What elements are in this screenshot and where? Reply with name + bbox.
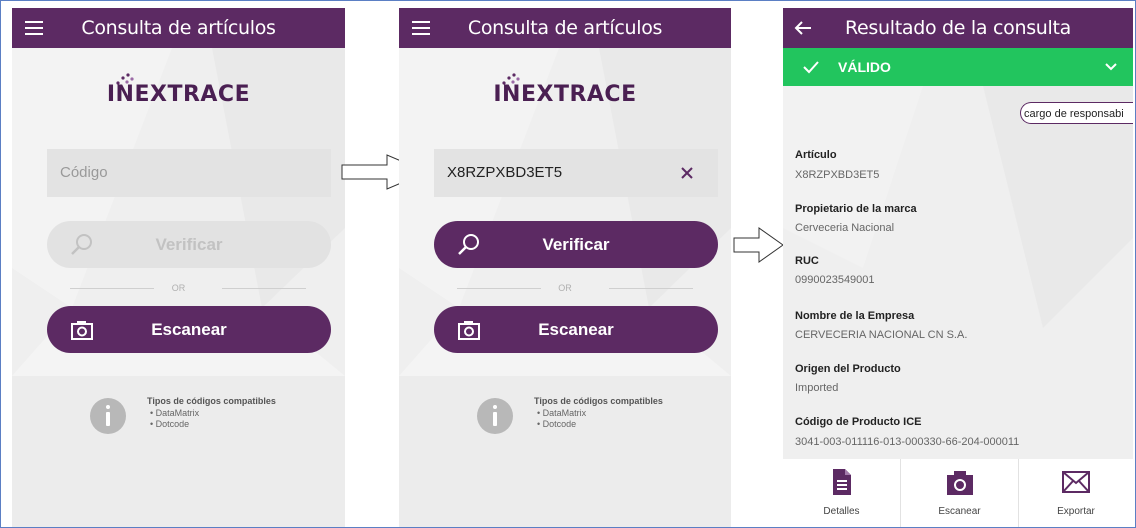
verify-button[interactable]: Verificar bbox=[47, 221, 331, 268]
field-label-ruc: RUC bbox=[795, 255, 819, 267]
nav-detalles[interactable]: Detalles bbox=[783, 459, 900, 527]
or-divider: OR bbox=[12, 281, 345, 295]
info-heading: Tipos de códigos compatibles bbox=[534, 396, 663, 406]
inextrace-logo: INEXTRACE bbox=[399, 73, 731, 107]
or-divider: OR bbox=[399, 281, 731, 295]
info-item: • DataMatrix bbox=[150, 408, 200, 418]
status-label: VÁLIDO bbox=[838, 59, 891, 75]
chevron-down-icon bbox=[1105, 63, 1117, 71]
nav-exportar[interactable]: Exportar bbox=[1019, 459, 1133, 527]
or-label: OR bbox=[171, 283, 186, 293]
inextrace-logo: INEXTRACE bbox=[12, 73, 345, 107]
page-title: Resultado de la consulta bbox=[844, 17, 1072, 39]
screen-resultado: Resultado de la consulta VÁLIDO cargo de… bbox=[783, 8, 1133, 527]
nav-label: Escanear bbox=[938, 506, 981, 517]
field-value-empresa: CERVECERIA NACIONAL CN S.A. bbox=[795, 329, 968, 341]
code-input[interactable]: X8RZPXBD3ET5 bbox=[434, 149, 718, 197]
verify-label: Verificar bbox=[542, 235, 610, 254]
verify-label: Verificar bbox=[155, 235, 223, 254]
verify-button[interactable]: Verificar bbox=[434, 221, 718, 268]
field-label-ice: Código de Producto ICE bbox=[795, 416, 922, 428]
compatible-codes-info: Tipos de códigos compatibles • DataMatri… bbox=[12, 376, 345, 527]
right-arrow-icon bbox=[733, 227, 784, 263]
logo-dots-icon bbox=[115, 73, 134, 85]
compatible-codes-info: Tipos de códigos compatibles • DataMatri… bbox=[399, 376, 731, 527]
field-label-origen: Origen del Producto bbox=[795, 363, 901, 375]
nav-escanear[interactable]: Escanear bbox=[901, 459, 1018, 527]
field-label-empresa: Nombre de la Empresa bbox=[795, 310, 915, 322]
logo-dots-icon bbox=[502, 73, 520, 85]
mail-icon bbox=[1062, 471, 1090, 493]
app-bar: Consulta de artículos bbox=[12, 8, 345, 48]
info-heading: Tipos de códigos compatibles bbox=[147, 396, 276, 406]
field-label-articulo: Artículo bbox=[795, 149, 837, 161]
page-title: Consulta de artículos bbox=[467, 17, 663, 39]
info-icon bbox=[90, 398, 126, 434]
field-label-propietario: Propietario de la marca bbox=[795, 203, 917, 215]
scan-label: Escanear bbox=[538, 320, 614, 339]
code-input[interactable]: Código bbox=[47, 149, 331, 197]
validation-status-bar[interactable]: VÁLIDO bbox=[783, 48, 1133, 86]
clear-icon[interactable] bbox=[678, 164, 696, 182]
nav-label: Detalles bbox=[823, 506, 860, 517]
bottom-navigation: Detalles Escanear Exportar bbox=[783, 459, 1133, 527]
field-value-articulo: X8RZPXBD3ET5 bbox=[795, 169, 880, 181]
code-value: X8RZPXBD3ET5 bbox=[447, 164, 563, 181]
scan-button[interactable]: Escanear bbox=[434, 306, 718, 353]
field-value-propietario: Cerveceria Nacional bbox=[795, 222, 895, 234]
info-item: • DataMatrix bbox=[537, 408, 587, 418]
screen-consulta-empty: Consulta de artículos INEXTRACE Código V… bbox=[12, 8, 345, 527]
app-bar: Resultado de la consulta bbox=[783, 8, 1133, 48]
info-icon bbox=[477, 398, 513, 434]
nav-label: Exportar bbox=[1057, 506, 1095, 517]
code-placeholder: Código bbox=[60, 164, 108, 181]
info-item: • Dotcode bbox=[537, 419, 577, 429]
camera-icon bbox=[946, 471, 973, 495]
field-value-origen: Imported bbox=[795, 382, 839, 394]
field-value-ruc: 0990023549001 bbox=[795, 274, 875, 286]
app-bar: Consulta de artículos bbox=[399, 8, 731, 48]
screen-consulta-filled: Consulta de artículos INEXTRACE X8RZPXBD… bbox=[399, 8, 731, 527]
field-value-ice: 3041-003-011116-013-000330-66-204-000011 bbox=[795, 436, 1020, 448]
scan-label: Escanear bbox=[151, 320, 227, 339]
info-item: • Dotcode bbox=[150, 419, 190, 429]
responsible-button[interactable]: cargo de responsabi bbox=[1020, 102, 1133, 124]
check-icon bbox=[803, 61, 819, 74]
or-label: OR bbox=[558, 283, 572, 293]
document-icon bbox=[832, 469, 851, 495]
page-title: Consulta de artículos bbox=[81, 17, 276, 39]
scan-button[interactable]: Escanear bbox=[47, 306, 331, 353]
